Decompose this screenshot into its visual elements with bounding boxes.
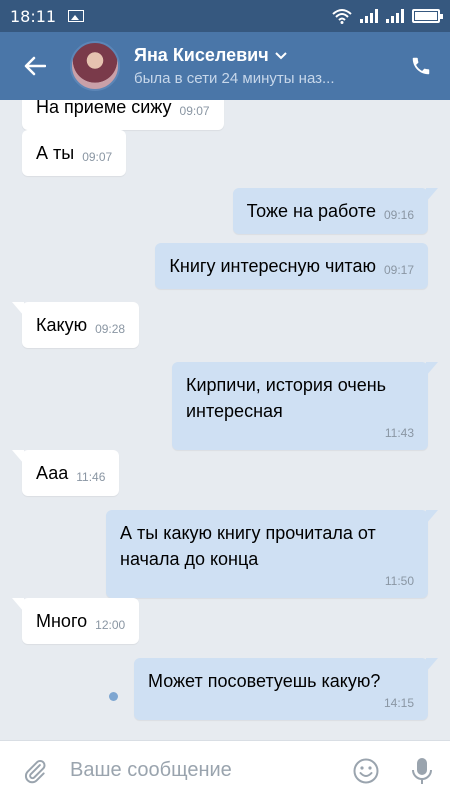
message-text: Какую: [36, 315, 88, 335]
message-outgoing[interactable]: Тоже на работе 09:16: [232, 188, 439, 234]
message-text: Ааа: [36, 463, 69, 483]
message-incoming[interactable]: Много 12:00: [11, 598, 140, 644]
message-text: А ты какую книгу прочитала от начала до …: [120, 523, 376, 569]
back-arrow-icon: [24, 56, 46, 76]
phone-icon: [412, 57, 430, 75]
message-text: Много: [36, 611, 88, 631]
wifi-icon: [332, 9, 352, 24]
contact-info[interactable]: Яна Киселевич была в сети 24 минуты наз.…: [134, 45, 392, 87]
battery-icon: [412, 9, 443, 23]
message-text: Может посоветуешь какую?: [148, 671, 381, 691]
message-incoming[interactable]: Какую 09:28: [11, 302, 140, 348]
message-outgoing[interactable]: Кирпичи, история очень интересная 11:43: [172, 362, 438, 450]
message-list[interactable]: На приеме сижу 09:07 А ты 09:07 Тоже на …: [0, 100, 450, 740]
message-incoming[interactable]: На приеме сижу 09:07: [22, 100, 224, 130]
message-incoming[interactable]: А ты 09:07: [22, 130, 127, 176]
message-time: 09:28: [95, 322, 126, 336]
message-text: Тоже на работе: [246, 201, 376, 221]
image-icon: [68, 10, 85, 22]
signal-icon: [360, 9, 378, 23]
message-time: 14:15: [383, 696, 414, 710]
chevron-down-icon: [274, 51, 287, 59]
message-time: 09:17: [383, 263, 414, 277]
voice-button[interactable]: [394, 756, 450, 786]
message-time: 11:43: [384, 426, 414, 440]
clock: 18:11: [10, 6, 57, 26]
message-time: 11:46: [76, 470, 106, 484]
message-text: Книгу интересную читаю: [169, 256, 376, 276]
message-outgoing[interactable]: Может посоветуешь какую? 14:15: [134, 658, 438, 720]
back-button[interactable]: [0, 32, 70, 100]
message-text: Кирпичи, история очень интересная: [186, 375, 387, 421]
message-time: 11:50: [384, 574, 414, 588]
status-bar: 18:11: [0, 0, 450, 32]
message-outgoing[interactable]: Книгу интересную читаю 09:17: [155, 243, 428, 289]
message-time: 09:07: [179, 104, 210, 118]
avatar[interactable]: [70, 41, 120, 91]
emoji-button[interactable]: [338, 757, 394, 785]
message-incoming[interactable]: Ааа 11:46: [11, 450, 120, 496]
signal-icon: [386, 9, 404, 23]
message-text: На приеме сижу: [36, 100, 172, 117]
last-seen-status: была в сети 24 минуты наз...: [134, 70, 335, 87]
composer-bar: Ваше сообщение: [0, 740, 450, 800]
emoji-icon: [353, 758, 379, 783]
call-button[interactable]: [392, 32, 450, 100]
message-outgoing[interactable]: А ты какую книгу прочитала от начала до …: [106, 510, 438, 598]
message-time: 12:00: [95, 618, 126, 632]
message-input[interactable]: Ваше сообщение: [70, 759, 338, 782]
attach-button[interactable]: [0, 758, 70, 784]
message-time: 09:07: [82, 150, 113, 164]
message-text: А ты: [36, 143, 75, 163]
chat-header: Яна Киселевич была в сети 24 минуты наз.…: [0, 32, 450, 100]
message-time: 09:16: [383, 208, 414, 222]
attach-icon: [24, 759, 46, 783]
unread-indicator: [109, 692, 118, 701]
microphone-icon: [412, 757, 432, 784]
contact-name: Яна Киселевич: [134, 45, 269, 65]
